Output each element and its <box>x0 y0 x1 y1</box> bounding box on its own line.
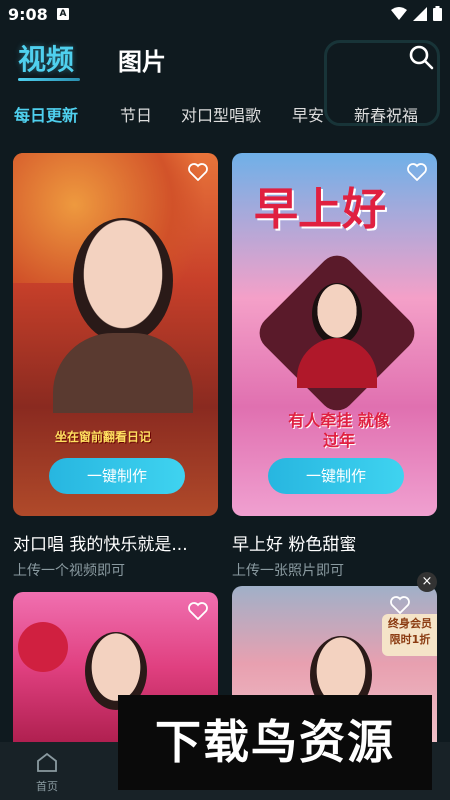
card-caption: 坐在窗前翻看日记 <box>55 430 152 444</box>
category-festival[interactable]: 节日 <box>120 102 152 126</box>
favorite-icon[interactable] <box>407 163 427 181</box>
battery-icon <box>433 6 442 21</box>
card-caption: 有人牵挂 就像过年 <box>288 411 390 450</box>
status-bar: 9:08 A <box>0 0 450 30</box>
favorite-icon[interactable] <box>188 163 208 181</box>
portrait <box>73 218 173 343</box>
status-time: 9:08 <box>8 5 48 24</box>
card-headline: 早上好 <box>254 184 386 235</box>
portrait <box>312 283 362 345</box>
make-button[interactable]: 一键制作 <box>268 458 404 494</box>
home-icon <box>37 752 57 772</box>
tab-pictures[interactable]: 图片 <box>118 42 166 77</box>
flower-decoration <box>18 622 68 672</box>
close-ad-button[interactable]: × <box>417 572 437 592</box>
favorite-icon[interactable] <box>390 596 410 614</box>
member-badge-text: 终身会员 限时1折 <box>388 617 432 646</box>
portrait-shoulders <box>53 333 193 413</box>
notification-a-icon: A <box>57 8 69 20</box>
template-card[interactable]: 坐在窗前翻看日记 一键制作 <box>13 153 218 516</box>
make-button[interactable]: 一键制作 <box>49 458 185 494</box>
card-title: 早上好 粉色甜蜜 <box>232 535 357 555</box>
category-tabs: 每日更新 节日 对口型唱歌 早安 新春祝福 <box>0 100 450 128</box>
nav-home-label: 首页 <box>36 780 58 793</box>
template-card[interactable]: 早上好 有人牵挂 就像过年 一键制作 <box>232 153 437 516</box>
search-icon[interactable] <box>408 44 434 70</box>
tab-video[interactable]: 视频 <box>18 38 74 78</box>
favorite-icon[interactable] <box>188 602 208 620</box>
nav-home[interactable]: 首页 <box>30 752 64 794</box>
tab-video-indicator <box>18 78 80 81</box>
signal-icon <box>413 6 427 21</box>
category-good-morning[interactable]: 早安 <box>292 102 324 126</box>
card-subtitle: 上传一个视频即可 <box>13 563 125 579</box>
card-subtitle: 上传一张照片即可 <box>232 563 344 579</box>
status-icons <box>391 6 442 21</box>
header: 视频 图片 <box>0 30 450 126</box>
category-lipsync[interactable]: 对口型唱歌 <box>181 102 261 126</box>
wifi-icon <box>391 6 407 20</box>
category-new-year[interactable]: 新春祝福 <box>354 102 418 126</box>
category-daily[interactable]: 每日更新 <box>14 102 78 126</box>
card-title: 对口唱 我的快乐就是... <box>13 535 188 555</box>
ad-banner[interactable]: 下载鸟资源 <box>118 695 432 790</box>
ad-text: 下载鸟资源 <box>155 715 395 769</box>
